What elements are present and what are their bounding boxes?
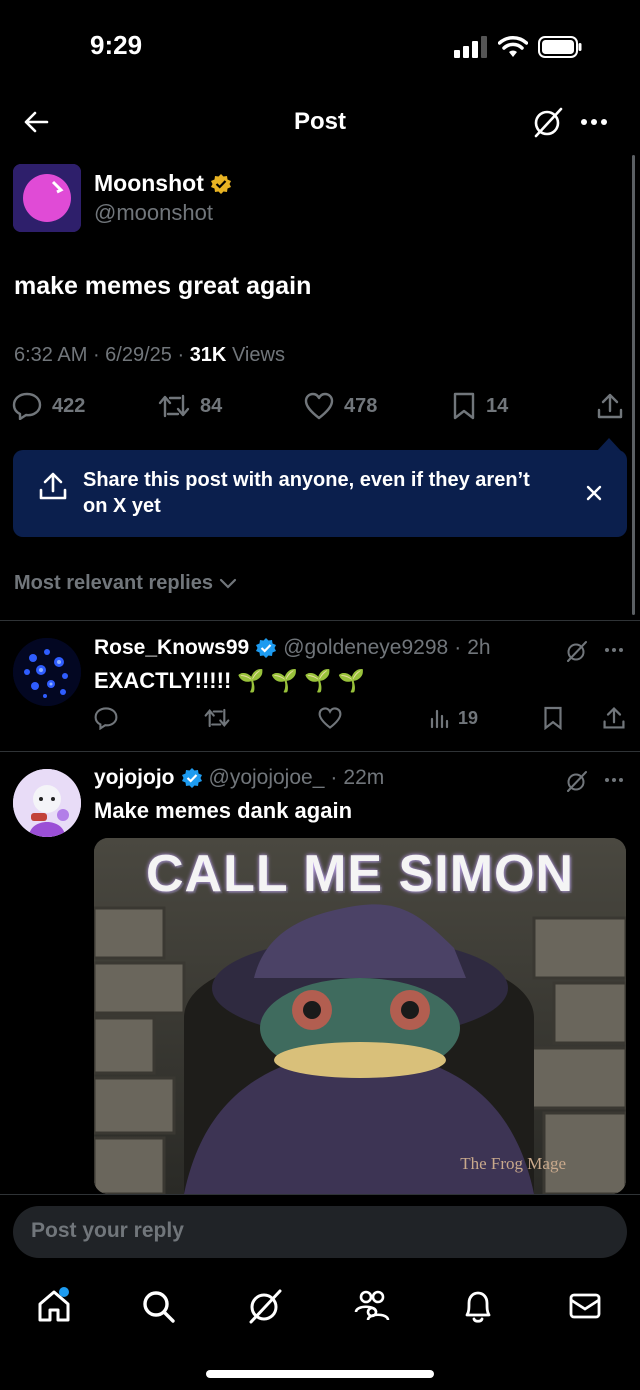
repost-icon[interactable] (204, 706, 230, 730)
avatar[interactable] (13, 164, 81, 232)
reply-handle[interactable]: @goldeneye9298 (283, 636, 448, 660)
author-name-text: Moonshot (94, 170, 204, 196)
author-name[interactable]: Moonshot (94, 170, 232, 197)
post-date: 6/29/25 (105, 344, 172, 366)
close-icon[interactable] (586, 485, 602, 501)
blue-lights-avatar-icon (13, 638, 81, 706)
battery-icon (538, 36, 582, 58)
status-icons (454, 36, 582, 58)
reply-input[interactable]: Post your reply (13, 1206, 627, 1258)
views-count: 19 (458, 707, 479, 728)
wifi-icon (498, 36, 528, 57)
views-button[interactable]: 19 (430, 707, 478, 729)
divider (0, 620, 640, 621)
reply-input-placeholder: Post your reply (31, 1219, 184, 1242)
blue-verified-badge-icon (256, 638, 277, 658)
bookmark-icon (453, 392, 475, 420)
reply-icon[interactable] (94, 706, 118, 730)
bookmark-count: 14 (486, 394, 509, 417)
heart-icon (304, 392, 334, 420)
like-button[interactable]: 478 (304, 392, 377, 420)
author-handle[interactable]: @moonshot (94, 200, 213, 226)
share-banner[interactable]: Share this post with anyone, even if the… (13, 450, 627, 537)
repost-count: 84 (200, 394, 223, 417)
views-label: Views (231, 344, 285, 366)
share-icon[interactable] (602, 706, 626, 730)
repost-button[interactable]: 84 (158, 392, 222, 420)
signal-icon (454, 36, 487, 58)
post-actions: 422 84 478 14 (12, 392, 628, 422)
reply-button[interactable]: 422 (12, 392, 85, 420)
post-text: make memes great again (14, 272, 312, 300)
reply-text-content: EXACTLY!!!!! (94, 668, 232, 693)
share-icon (39, 472, 67, 500)
reply-header: Rose_Knows99 @goldeneye9298 · 2h (94, 636, 491, 660)
reply-text: EXACTLY!!!!! 🌱 🌱 🌱 🌱 (94, 668, 365, 694)
more-icon[interactable] (604, 647, 624, 653)
home-indicator[interactable] (206, 1370, 434, 1378)
more-icon[interactable] (604, 777, 624, 783)
notifications-bell-icon[interactable] (458, 1286, 498, 1326)
grok-icon[interactable] (532, 106, 564, 138)
reply-age: 22m (343, 766, 385, 789)
post-meta: 6:32 AM · 6/29/25 · 31K Views (14, 344, 285, 366)
views-count: 31K (189, 344, 227, 366)
like-count: 478 (344, 394, 378, 417)
bookmark-button[interactable]: 14 (452, 392, 508, 420)
communities-icon[interactable] (352, 1286, 392, 1326)
grok-icon[interactable] (566, 770, 588, 792)
moonshot-logo-icon (13, 164, 81, 232)
reply-author-name[interactable]: Rose_Knows99 (94, 636, 249, 660)
heart-icon[interactable] (318, 706, 342, 730)
reply-actions: 19 (94, 706, 628, 732)
messages-envelope-icon[interactable] (565, 1286, 605, 1326)
reply-sort-label: Most relevant replies (14, 572, 213, 594)
reply-sort-dropdown[interactable]: Most relevant replies (14, 572, 237, 595)
seedling-emoji: 🌱 🌱 🌱 🌱 (237, 668, 366, 693)
home-icon[interactable] (34, 1286, 74, 1326)
chevron-down-icon (219, 578, 237, 589)
meme-image[interactable]: CALL ME SIMON The Frog Mage (94, 838, 626, 1194)
scrollbar[interactable] (632, 155, 635, 615)
status-time: 9:29 (90, 30, 143, 60)
share-icon[interactable] (596, 392, 624, 420)
bookmark-icon[interactable] (543, 706, 563, 730)
analytics-icon (430, 709, 449, 729)
reply-text: Make memes dank again (94, 798, 353, 823)
grok-icon[interactable] (245, 1286, 285, 1326)
avatar[interactable] (13, 769, 81, 837)
grok-icon[interactable] (566, 640, 588, 662)
reply-header: yojojojo @yojojojoe_ · 22m (94, 766, 385, 790)
avatar[interactable] (13, 638, 81, 706)
meme-watermark: The Frog Mage (460, 1154, 566, 1173)
post-time: 6:32 AM (14, 344, 88, 366)
search-icon[interactable] (138, 1286, 178, 1326)
more-icon[interactable] (580, 118, 608, 126)
share-banner-text: Share this post with anyone, even if the… (83, 469, 530, 517)
reply-count: 422 (52, 394, 86, 417)
reply-author-name[interactable]: yojojojo (94, 766, 175, 790)
blue-verified-badge-icon (181, 768, 202, 788)
meme-caption: CALL ME SIMON (145, 845, 575, 903)
reply-age: 2h (467, 636, 491, 659)
gold-verified-badge-icon (210, 173, 231, 194)
reply-icon (12, 392, 42, 420)
reply-handle[interactable]: @yojojojoe_ (209, 766, 325, 790)
character-avatar-icon (13, 769, 81, 837)
divider (0, 751, 640, 752)
repost-icon (158, 394, 190, 418)
top-nav: Post (0, 92, 640, 152)
